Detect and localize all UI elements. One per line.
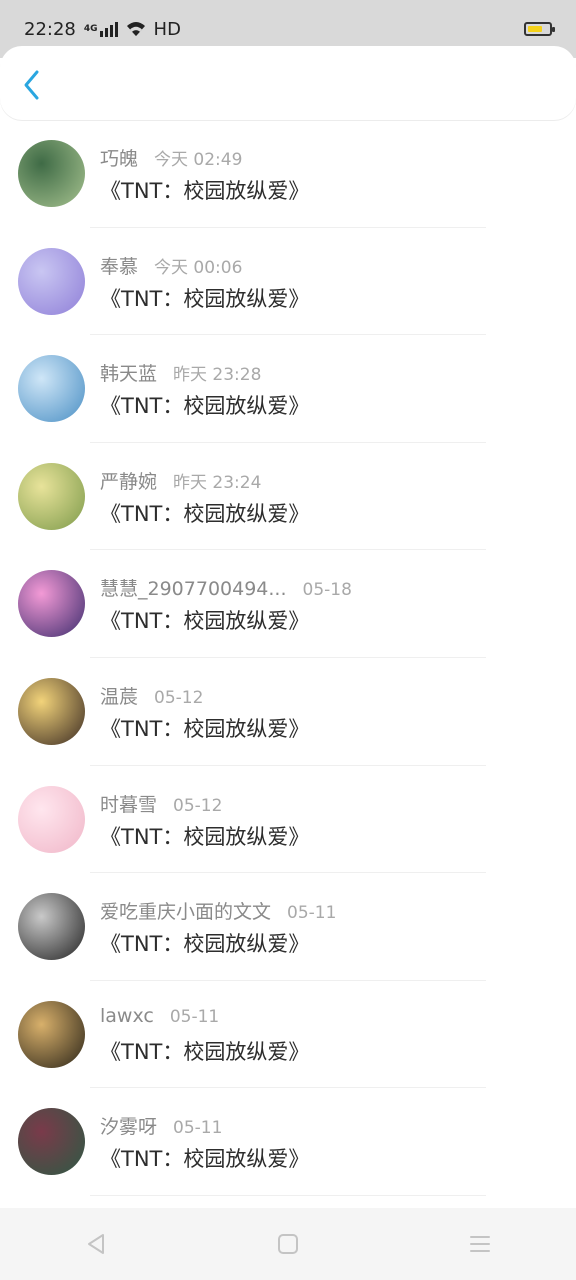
sender-name: 爱吃重庆小面的文文 [100, 901, 272, 924]
battery-icon [524, 22, 555, 36]
avatar[interactable] [18, 355, 85, 423]
message-time: 05-11 [287, 903, 337, 924]
hd-label: HD [153, 18, 181, 40]
avatar[interactable] [18, 1000, 85, 1068]
message-text: 《TNT：校园放纵爱》 [100, 1147, 310, 1172]
message-text: 《TNT：校园放纵爱》 [100, 1039, 310, 1064]
message-time: 今天 02:49 [154, 150, 243, 170]
sender-line: lawxc 05-11 [100, 1005, 219, 1027]
sender-line: 奉慕 今天 00:06 [100, 252, 242, 279]
sender-name: 慧慧_2907700494... [100, 578, 287, 601]
menu-lines-icon [470, 1236, 490, 1252]
avatar[interactable] [18, 140, 85, 207]
message-text: 《TNT：校园放纵爱》 [100, 609, 310, 634]
avatar[interactable] [18, 893, 85, 961]
message-time: 今天 00:06 [154, 257, 243, 278]
status-time: 22:28 [24, 18, 76, 40]
nav-home-button[interactable] [268, 1224, 308, 1264]
nav-back-button[interactable] [76, 1224, 116, 1264]
message-list: 巧魄 今天 02:49 《TNT：校园放纵爱》 奉慕 今天 00:06 《TNT：校园放纵… [0, 120, 576, 1196]
system-nav-bar [0, 1208, 576, 1280]
sender-name: 时暮雪 [100, 793, 158, 816]
avatar[interactable] [18, 462, 85, 530]
sender-line: 爱吃重庆小面的文文 05-11 [100, 897, 336, 924]
sender-line: 时暮雪 05-12 [100, 790, 222, 817]
triangle-back-icon [88, 1234, 104, 1254]
sender-name: 奉慕 [100, 255, 139, 278]
message-row[interactable]: 韩天蓝 昨天 23:28 《TNT：校园放纵爱》 [0, 335, 576, 443]
sender-line: 慧慧_2907700494... 05-18 [100, 574, 352, 601]
message-row[interactable]: 巧魄 今天 02:49 《TNT：校园放纵爱》 [0, 120, 576, 228]
message-text: 《TNT：校园放纵爱》 [100, 286, 310, 311]
message-row[interactable]: 严静婉 昨天 23:24 《TNT：校园放纵爱》 [0, 443, 576, 551]
message-time: 05-12 [154, 687, 204, 708]
square-home-icon [278, 1234, 298, 1254]
chevron-left-icon [24, 70, 39, 100]
message-time: 05-12 [173, 795, 223, 816]
message-time: 昨天 23:28 [173, 365, 262, 386]
avatar[interactable] [18, 677, 85, 745]
network-label: 4G [83, 24, 98, 34]
sender-name: 韩天蓝 [100, 363, 158, 386]
message-text: 《TNT：校园放纵爱》 [100, 716, 310, 741]
message-time: 05-11 [169, 1006, 220, 1027]
sender-name: 汐雾呀 [100, 1116, 158, 1139]
header-bar [0, 46, 576, 120]
wifi-icon [126, 22, 145, 36]
message-row[interactable]: lawxc 05-11 《TNT：校园放纵爱》 [0, 981, 576, 1089]
message-time: 05-11 [173, 1118, 223, 1139]
sender-line: 韩天蓝 昨天 23:28 [100, 359, 261, 386]
message-text: 《TNT：校园放纵爱》 [100, 179, 310, 203]
sender-name: lawxc [100, 1004, 154, 1027]
message-text: 《TNT：校园放纵爱》 [100, 501, 310, 526]
message-row[interactable]: 时暮雪 05-12 《TNT：校园放纵爱》 [0, 766, 576, 874]
message-row[interactable]: 慧慧_2907700494... 05-18 《TNT：校园放纵爱》 [0, 550, 576, 658]
avatar[interactable] [18, 785, 85, 853]
message-text: 《TNT：校园放纵爱》 [100, 932, 310, 957]
sender-name: 温莀 [100, 685, 139, 708]
message-row[interactable]: 奉慕 今天 00:06 《TNT：校园放纵爱》 [0, 228, 576, 336]
message-row[interactable]: 温莀 05-12 《TNT：校园放纵爱》 [0, 658, 576, 766]
message-text: 《TNT：校园放纵爱》 [100, 824, 310, 849]
sender-name: 严静婉 [100, 470, 158, 493]
sender-name: 巧魄 [100, 148, 139, 170]
row-divider [90, 1194, 486, 1196]
message-row[interactable]: 爱吃重庆小面的文文 05-11 《TNT：校园放纵爱》 [0, 873, 576, 981]
message-time: 05-18 [302, 580, 352, 601]
sender-line: 严静婉 昨天 23:24 [100, 467, 261, 494]
sender-line: 温莀 05-12 [100, 682, 203, 709]
message-time: 昨天 23:24 [173, 472, 262, 493]
back-button[interactable] [18, 68, 48, 102]
signal-icon [99, 21, 118, 37]
avatar[interactable] [18, 1108, 85, 1176]
nav-menu-button[interactable] [460, 1224, 500, 1264]
status-left: 22:28 4G HD [24, 19, 181, 40]
avatar[interactable] [18, 570, 85, 638]
sender-line: 巧魄 今天 02:49 [100, 144, 242, 171]
avatar[interactable] [18, 247, 85, 315]
message-row[interactable]: 汐雾呀 05-11 《TNT：校园放纵爱》 [0, 1088, 576, 1196]
sender-line: 汐雾呀 05-11 [100, 1112, 222, 1139]
message-text: 《TNT：校园放纵爱》 [100, 394, 310, 419]
